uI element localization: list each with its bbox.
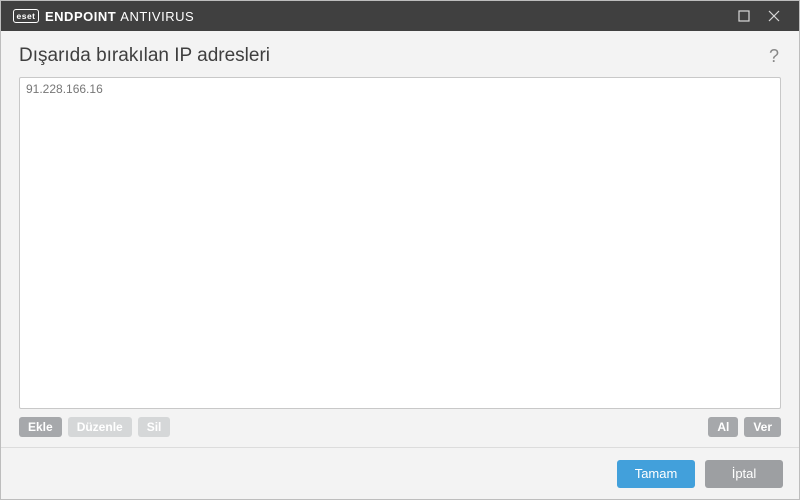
brand-strong: ENDPOINT xyxy=(45,9,116,24)
export-button[interactable]: Ver xyxy=(744,417,781,437)
titlebar: eset ENDPOINT ANTIVIRUS xyxy=(1,1,799,31)
maximize-icon xyxy=(738,10,750,22)
help-button[interactable]: ? xyxy=(767,46,781,67)
edit-button[interactable]: Düzenle xyxy=(68,417,132,437)
window: eset ENDPOINT ANTIVIRUS Dışarıda bırakıl… xyxy=(0,0,800,500)
header-row: Dışarıda bırakılan IP adresleri ? xyxy=(19,45,781,67)
delete-button[interactable]: Sil xyxy=(138,417,171,437)
eset-logo: eset xyxy=(13,9,39,23)
close-icon xyxy=(768,10,780,22)
brand-text: ENDPOINT ANTIVIRUS xyxy=(45,9,194,24)
page-title: Dışarıda bırakılan IP adresleri xyxy=(19,45,270,67)
ok-button[interactable]: Tamam xyxy=(617,460,695,488)
ip-list[interactable]: 91.228.166.16 xyxy=(19,77,781,409)
list-toolbar: Ekle Düzenle Sil Al Ver xyxy=(19,409,781,447)
brand-light: ANTIVIRUS xyxy=(120,9,194,24)
add-button[interactable]: Ekle xyxy=(19,417,62,437)
content: Dışarıda bırakılan IP adresleri ? 91.228… xyxy=(1,31,799,447)
footer: Tamam İptal xyxy=(1,447,799,499)
maximize-button[interactable] xyxy=(729,1,759,31)
close-button[interactable] xyxy=(759,1,789,31)
brand: eset ENDPOINT ANTIVIRUS xyxy=(13,9,194,24)
import-button[interactable]: Al xyxy=(708,417,738,437)
list-item[interactable]: 91.228.166.16 xyxy=(24,80,776,98)
cancel-button[interactable]: İptal xyxy=(705,460,783,488)
